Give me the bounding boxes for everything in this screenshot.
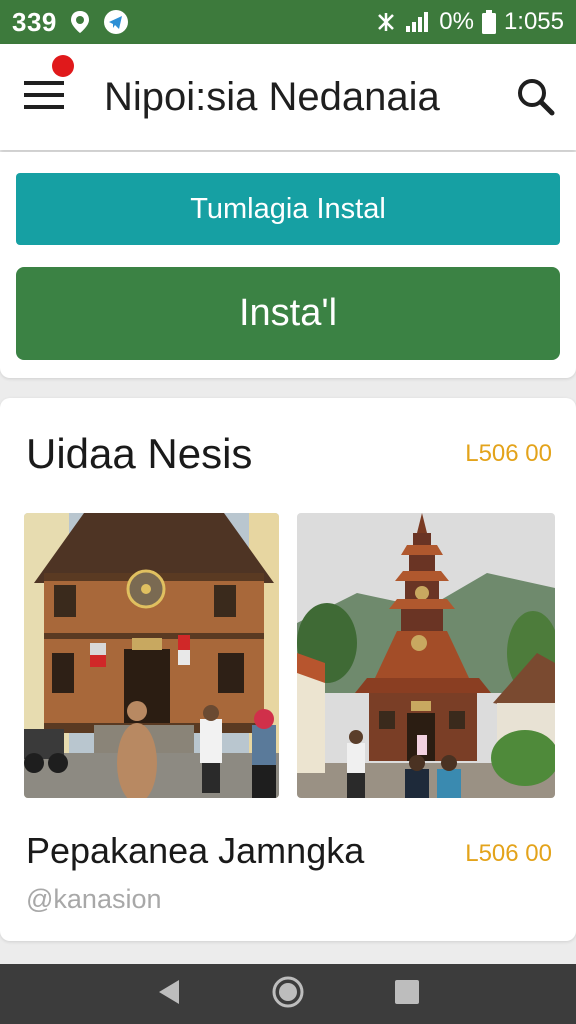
menu-button[interactable]: [24, 55, 74, 117]
section-title: Uidaa Nesis: [26, 430, 253, 477]
pagoda-tower-photo[interactable]: [297, 513, 555, 798]
hamburger-menu-icon: [24, 80, 64, 114]
status-clock: 1:055: [503, 8, 564, 35]
content-card: Uidaa Nesis L506 00 Pepakanea Jamngka L5…: [0, 398, 576, 941]
recents-icon: [394, 979, 420, 1010]
back-icon: [157, 978, 181, 1011]
telegram-icon: [103, 9, 129, 35]
section-price: L506 00: [465, 440, 552, 467]
back-button[interactable]: [149, 974, 189, 1014]
status-left-text: 339: [12, 6, 57, 37]
install-button[interactable]: Insta'l: [16, 267, 560, 360]
notification-badge: [52, 55, 74, 77]
item-price: L506 00: [465, 840, 552, 867]
battery-icon: [481, 10, 496, 34]
search-icon: [516, 79, 556, 121]
secondary-install-button[interactable]: Tumlagia Instal: [16, 173, 560, 245]
item-title[interactable]: Pepakanea Jamngka: [26, 830, 364, 872]
app-bar: Nipoi:sia Nedanaia: [0, 44, 576, 150]
location-pin-icon: [69, 10, 91, 34]
status-left-group: 339: [12, 7, 129, 38]
search-button[interactable]: [516, 77, 556, 117]
wooden-heritage-house-photo[interactable]: [24, 513, 279, 798]
home-icon: [271, 975, 305, 1014]
signal-icon: [405, 11, 431, 33]
navigation-bar: [0, 964, 576, 1024]
status-bar: 339 0% 1:055: [0, 0, 576, 44]
battery-percent: 0%: [439, 8, 474, 35]
app-title: Nipoi:sia Nedanaia: [104, 74, 440, 119]
install-card: Tumlagia Instal Insta'l: [0, 152, 576, 378]
status-right-group: 0% 1:055: [375, 8, 564, 36]
vibrate-icon: [375, 11, 397, 33]
recents-button[interactable]: [387, 974, 427, 1014]
home-button[interactable]: [268, 974, 308, 1014]
item-handle[interactable]: @kanasion: [26, 884, 162, 915]
